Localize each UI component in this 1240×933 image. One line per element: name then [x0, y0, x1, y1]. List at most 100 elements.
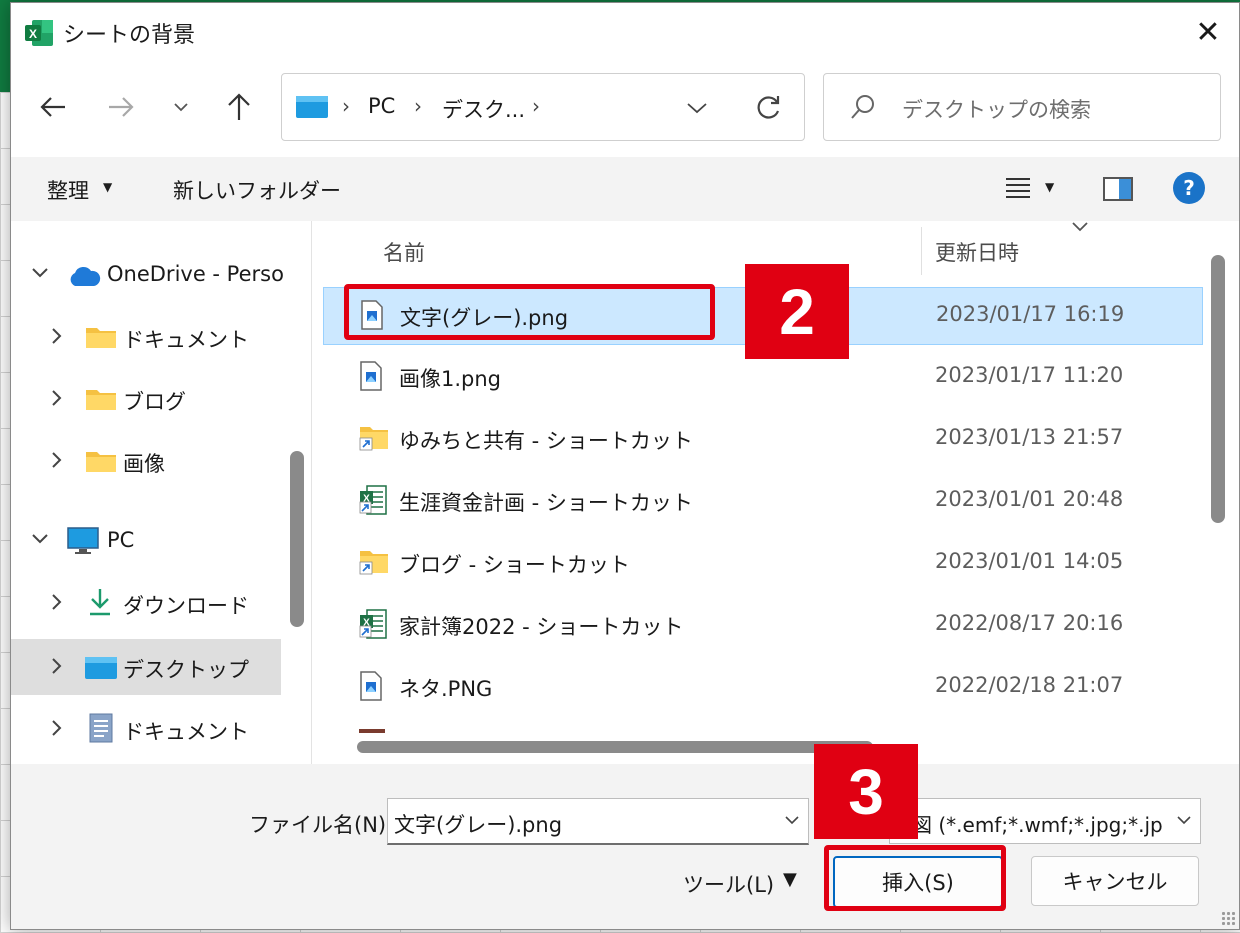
insert-background-dialog: X シートの背景 ✕ › PC › デスク... › デスクトップの検索 整理 … — [10, 2, 1240, 930]
image-file-icon — [360, 361, 382, 391]
new-folder-button[interactable]: 新しいフォルダー — [173, 175, 341, 205]
image-file-icon — [360, 671, 382, 701]
chevron-right-icon — [52, 658, 62, 674]
command-bar: 整理 ▼ 新しいフォルダー ▼ ? — [11, 157, 1239, 221]
tree-item-desktop[interactable]: デスクトップ — [11, 639, 281, 695]
tree-item-label: PC — [107, 528, 135, 552]
file-row[interactable]: X 生涯資金計画 - ショートカット 2023/01/01 20:48 — [323, 473, 1201, 529]
folder-icon — [86, 452, 116, 472]
file-name: 生涯資金計画 - ショートカット — [399, 491, 693, 515]
tree-item-onedrive[interactable]: OneDrive - Perso — [11, 247, 284, 303]
breadcrumb-separator: › — [342, 94, 350, 118]
file-date: 2023/01/01 20:48 — [935, 487, 1124, 511]
arrow-up-icon — [228, 93, 250, 120]
preview-pane-icon[interactable] — [1103, 177, 1133, 201]
column-header-name[interactable]: 名前 — [383, 237, 425, 267]
organize-label: 整理 — [47, 179, 89, 203]
annotation-step-2: 2 — [745, 264, 849, 359]
breadcrumb-separator: › — [532, 94, 540, 118]
file-type-value: 図 (*.emf;*.wmf;*.jpg;*.jp — [912, 813, 1163, 837]
filename-value: 文字(グレー).png — [394, 813, 563, 837]
navigation-scrollbar-thumb[interactable] — [290, 451, 304, 627]
file-row[interactable]: ブログ - ショートカット 2023/01/01 14:05 — [323, 535, 1201, 591]
chevron-down-icon — [32, 534, 48, 544]
arrow-right-icon — [109, 97, 134, 117]
close-icon: ✕ — [1195, 14, 1221, 50]
recent-locations-button[interactable] — [161, 87, 201, 127]
navigation-bar: › PC › デスク... › デスクトップの検索 — [11, 61, 1239, 157]
search-box[interactable]: デスクトップの検索 — [823, 73, 1221, 141]
svg-text:X: X — [29, 27, 37, 41]
file-row[interactable]: ゆみちと共有 - ショートカット 2023/01/13 21:57 — [323, 411, 1201, 467]
help-icon[interactable]: ? — [1173, 172, 1205, 204]
breadcrumb-separator: › — [414, 94, 422, 118]
tree-item-images[interactable]: 画像 — [11, 433, 281, 489]
refresh-icon[interactable] — [754, 94, 782, 122]
folder-shortcut-icon — [359, 551, 388, 575]
chevron-right-icon — [52, 328, 62, 344]
arrow-left-icon — [40, 97, 65, 117]
chevron-down-icon — [32, 268, 48, 278]
chevron-down-icon — [174, 103, 188, 112]
up-button[interactable] — [219, 87, 259, 127]
file-name: 家計簿2022 - ショートカット — [399, 615, 684, 639]
chevron-down-icon[interactable] — [784, 815, 800, 825]
file-row[interactable]: X 家計簿2022 - ショートカット 2022/08/17 20:16 — [323, 597, 1201, 653]
file-list-hscrollbar-thumb[interactable] — [357, 741, 873, 753]
tree-item-documents-pc[interactable]: ドキュメント — [11, 701, 281, 757]
tree-item-label: デスクトップ — [123, 658, 249, 682]
excel-shortcut-icon: X — [359, 485, 387, 515]
file-name: ネタ.PNG — [399, 677, 493, 701]
cloud-icon — [70, 266, 101, 286]
monitor-icon — [67, 527, 99, 554]
dialog-title: シートの背景 — [63, 23, 196, 48]
tree-item-downloads[interactable]: ダウンロード — [11, 575, 281, 631]
filename-label: ファイル名(N): — [249, 813, 394, 837]
annotation-highlight-file — [344, 284, 715, 340]
tree-item-label: ブログ — [123, 390, 186, 414]
desktop-icon — [296, 96, 328, 118]
organize-menu[interactable]: 整理 ▼ — [47, 157, 127, 221]
column-header-modified[interactable]: 更新日時 — [935, 237, 1019, 267]
tree-item-pc[interactable]: PC — [11, 513, 281, 569]
file-date: 2023/01/17 11:20 — [935, 363, 1124, 387]
column-divider[interactable] — [921, 227, 922, 275]
partial-file-icon — [359, 729, 385, 733]
close-button[interactable]: ✕ — [1185, 9, 1231, 55]
forward-button[interactable] — [101, 87, 141, 127]
file-type-filter[interactable]: 図 (*.emf;*.wmf;*.jpg;*.jp — [889, 798, 1201, 844]
chevron-right-icon — [52, 452, 62, 468]
annotation-step-3: 3 — [814, 744, 918, 839]
chevron-right-icon — [52, 390, 62, 406]
document-icon — [89, 713, 113, 743]
address-bar[interactable]: › PC › デスク... › — [281, 73, 805, 141]
view-options-button[interactable]: ▼ — [1005, 175, 1065, 205]
file-list-scrollbar-thumb[interactable] — [1211, 255, 1225, 523]
folder-icon — [86, 390, 116, 410]
breadcrumb-pc[interactable]: PC — [368, 94, 395, 118]
tree-item-documents[interactable]: ドキュメント — [11, 309, 281, 365]
tree-item-blog[interactable]: ブログ — [11, 371, 281, 427]
breadcrumb-desktop[interactable]: デスク... — [442, 94, 525, 124]
chevron-right-icon — [52, 720, 62, 736]
caret-down-icon[interactable]: ▼ — [783, 869, 797, 890]
tools-menu[interactable]: ツール(L) — [683, 869, 774, 899]
resize-grip[interactable] — [1221, 911, 1235, 925]
file-name: 画像1.png — [399, 367, 502, 391]
file-name: ゆみちと共有 - ショートカット — [399, 429, 693, 453]
tree-item-label: ドキュメント — [123, 328, 249, 352]
cancel-label: キャンセル — [1062, 870, 1168, 894]
back-button[interactable] — [33, 87, 73, 127]
caret-down-icon: ▼ — [1045, 180, 1055, 194]
filename-input[interactable]: 文字(グレー).png — [387, 798, 809, 845]
file-date: 2023/01/01 14:05 — [935, 549, 1124, 573]
sort-chevron-icon — [1072, 222, 1088, 232]
file-name: ブログ - ショートカット — [399, 553, 630, 577]
cancel-button[interactable]: キャンセル — [1031, 856, 1199, 906]
address-dropdown-icon[interactable] — [686, 102, 708, 114]
tree-item-label: ドキュメント — [123, 720, 249, 744]
search-placeholder: デスクトップの検索 — [902, 98, 1091, 122]
file-row[interactable]: ネタ.PNG 2022/02/18 21:07 — [323, 659, 1201, 715]
chevron-right-icon — [52, 594, 62, 610]
excel-app-icon: X — [25, 20, 53, 46]
